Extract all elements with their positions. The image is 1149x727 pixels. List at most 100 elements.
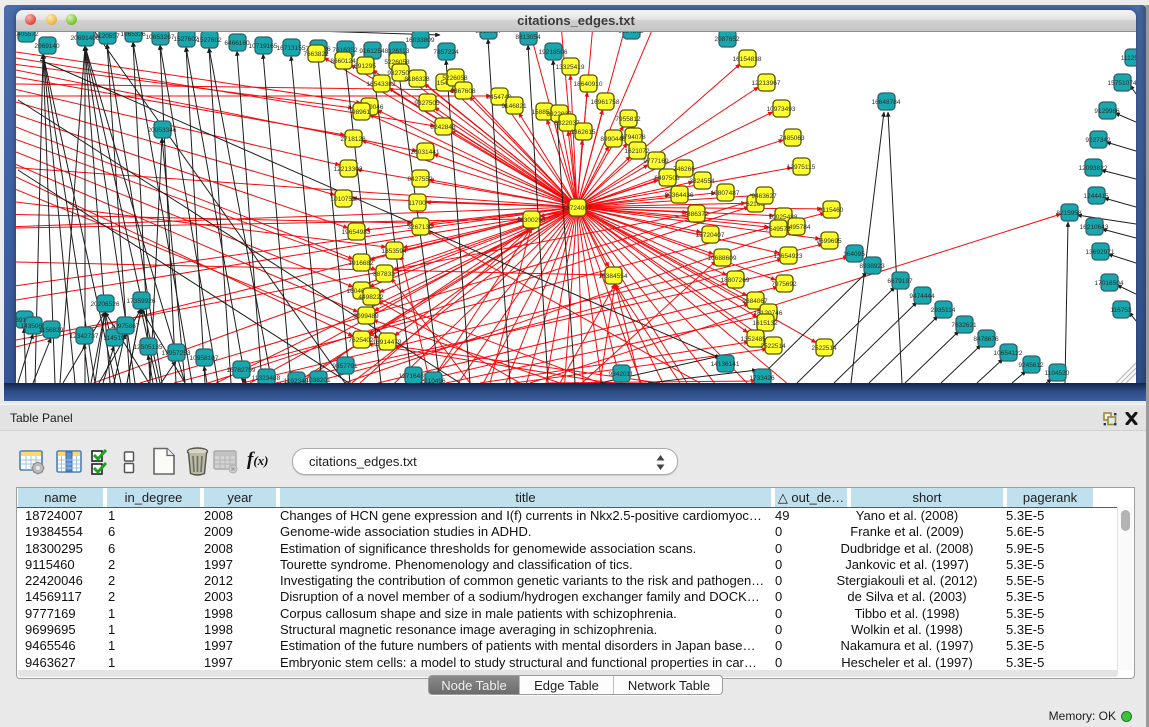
svg-text:12213303: 12213303 xyxy=(334,166,363,173)
svg-text:8186328: 8186328 xyxy=(404,76,430,83)
svg-text:1733426: 1733426 xyxy=(749,375,775,382)
svg-text:12505135: 12505135 xyxy=(134,344,163,351)
svg-text:9327505: 9327505 xyxy=(414,100,440,107)
svg-text:887833: 887833 xyxy=(373,271,395,278)
svg-text:9474444: 9474444 xyxy=(909,293,935,300)
svg-text:9857791: 9857791 xyxy=(332,363,358,370)
svg-text:20053346: 20053346 xyxy=(148,127,177,134)
svg-text:9242848: 9242848 xyxy=(430,124,456,131)
svg-text:12093822: 12093822 xyxy=(1079,165,1108,172)
svg-text:4498222: 4498222 xyxy=(358,294,384,301)
svg-text:13325419: 13325419 xyxy=(556,64,585,71)
svg-text:17016504: 17016504 xyxy=(1095,280,1124,287)
svg-text:3267130: 3267130 xyxy=(407,224,433,231)
svg-text:11323488: 11323488 xyxy=(252,375,281,382)
svg-text:16961758: 16961758 xyxy=(591,99,620,106)
svg-text:6794078: 6794078 xyxy=(620,134,646,141)
svg-text:7857224: 7857224 xyxy=(433,49,459,56)
svg-text:1615132: 1615132 xyxy=(752,320,778,327)
svg-text:13692971: 13692971 xyxy=(1086,249,1115,256)
svg-text:16713155: 16713155 xyxy=(277,45,306,52)
svg-text:9146821: 9146821 xyxy=(501,103,527,110)
svg-text:7625402: 7625402 xyxy=(348,337,374,344)
svg-text:7663822: 7663822 xyxy=(303,51,329,58)
svg-text:10807487: 10807487 xyxy=(711,190,740,197)
svg-text:1527602: 1527602 xyxy=(173,36,199,43)
svg-text:18724007: 18724007 xyxy=(563,205,592,212)
svg-text:16782759: 16782759 xyxy=(227,367,256,374)
svg-text:12213967: 12213967 xyxy=(752,80,781,87)
svg-text:16914479: 16914479 xyxy=(373,339,402,346)
svg-text:10688609: 10688609 xyxy=(708,255,737,262)
svg-text:16154838: 16154838 xyxy=(733,56,762,63)
svg-text:1621072: 1621072 xyxy=(624,148,650,155)
svg-text:5226058: 5226058 xyxy=(442,75,468,82)
svg-text:8215958: 8215958 xyxy=(1056,210,1082,217)
svg-text:10958107: 10958107 xyxy=(190,355,219,362)
svg-text:17957253: 17957253 xyxy=(162,350,191,357)
svg-text:9245612: 9245612 xyxy=(1018,362,1044,369)
svg-text:20206526: 20206526 xyxy=(91,301,120,308)
svg-text:3824554: 3824554 xyxy=(689,178,715,185)
svg-text:18807269: 18807269 xyxy=(721,277,750,284)
svg-text:9115460: 9115460 xyxy=(819,207,844,214)
svg-text:6466160: 6466160 xyxy=(224,40,250,47)
svg-text:1353594: 1353594 xyxy=(381,248,407,255)
svg-text:9777169: 9777169 xyxy=(643,158,669,165)
svg-text:8938923: 8938923 xyxy=(859,263,885,270)
svg-text:8427552: 8427552 xyxy=(407,176,433,183)
svg-text:1010752: 1010752 xyxy=(330,196,356,203)
svg-text:1065326: 1065326 xyxy=(120,32,146,38)
svg-text:1156829: 1156829 xyxy=(39,327,64,334)
svg-text:10654122: 10654122 xyxy=(994,350,1023,357)
svg-text:9161254: 9161254 xyxy=(359,48,385,55)
svg-text:6679197: 6679197 xyxy=(887,278,913,285)
svg-text:1112544: 1112544 xyxy=(1121,55,1136,62)
svg-text:19654983: 19654983 xyxy=(342,229,371,236)
svg-text:17359926: 17359926 xyxy=(127,298,156,305)
svg-text:19384554: 19384554 xyxy=(599,273,628,280)
svg-text:10719165: 10719165 xyxy=(249,43,278,50)
svg-text:1916682: 1916682 xyxy=(348,260,374,267)
svg-text:7549578: 7549578 xyxy=(765,226,791,233)
svg-text:7975692: 7975692 xyxy=(771,281,797,288)
svg-text:1244415: 1244415 xyxy=(1083,193,1109,200)
svg-text:1362615: 1362615 xyxy=(570,129,596,136)
svg-text:9154202: 9154202 xyxy=(618,32,644,35)
svg-text:15720407: 15720407 xyxy=(696,232,725,239)
svg-text:13654923: 13654923 xyxy=(774,253,803,260)
svg-text:11700: 11700 xyxy=(408,200,426,207)
svg-text:10975867: 10975867 xyxy=(111,323,140,330)
svg-text:2522514: 2522514 xyxy=(811,345,837,352)
svg-text:12342737: 12342737 xyxy=(70,333,99,340)
svg-text:12975115: 12975115 xyxy=(787,164,816,171)
svg-text:8478676: 8478676 xyxy=(973,336,999,343)
svg-text:746266: 746266 xyxy=(673,166,695,173)
svg-text:2367608: 2367608 xyxy=(450,88,476,95)
svg-text:20364436: 20364436 xyxy=(665,192,694,199)
svg-text:9129966: 9129966 xyxy=(1094,108,1120,115)
svg-text:2069140: 2069140 xyxy=(34,43,60,50)
svg-text:116753: 116753 xyxy=(1110,307,1132,314)
svg-text:8813054: 8813054 xyxy=(515,34,541,41)
svg-text:1527602: 1527602 xyxy=(196,37,222,44)
svg-text:18640910: 18640910 xyxy=(574,81,603,88)
svg-text:16648784: 16648784 xyxy=(872,99,901,106)
svg-text:14136141: 14136141 xyxy=(711,361,740,368)
svg-text:10973493: 10973493 xyxy=(767,106,796,113)
svg-text:98961: 98961 xyxy=(352,109,370,116)
svg-text:18300295: 18300295 xyxy=(517,217,546,224)
svg-text:10653267: 10653267 xyxy=(146,34,175,41)
svg-text:9099489: 9099489 xyxy=(353,313,379,320)
svg-text:15751074: 15751074 xyxy=(1108,80,1136,87)
svg-text:891295: 891295 xyxy=(354,63,376,70)
svg-text:16210643: 16210643 xyxy=(1080,224,1109,231)
svg-text:1104520: 1104520 xyxy=(1045,370,1070,377)
svg-text:164095: 164095 xyxy=(843,251,865,258)
svg-text:114519: 114519 xyxy=(103,335,125,342)
svg-text:7886372: 7886372 xyxy=(683,211,709,218)
svg-text:2718126: 2718126 xyxy=(340,136,366,143)
svg-text:9699695: 9699695 xyxy=(816,238,842,245)
svg-text:9120557: 9120557 xyxy=(94,33,120,40)
svg-text:16033809: 16033809 xyxy=(406,37,435,44)
